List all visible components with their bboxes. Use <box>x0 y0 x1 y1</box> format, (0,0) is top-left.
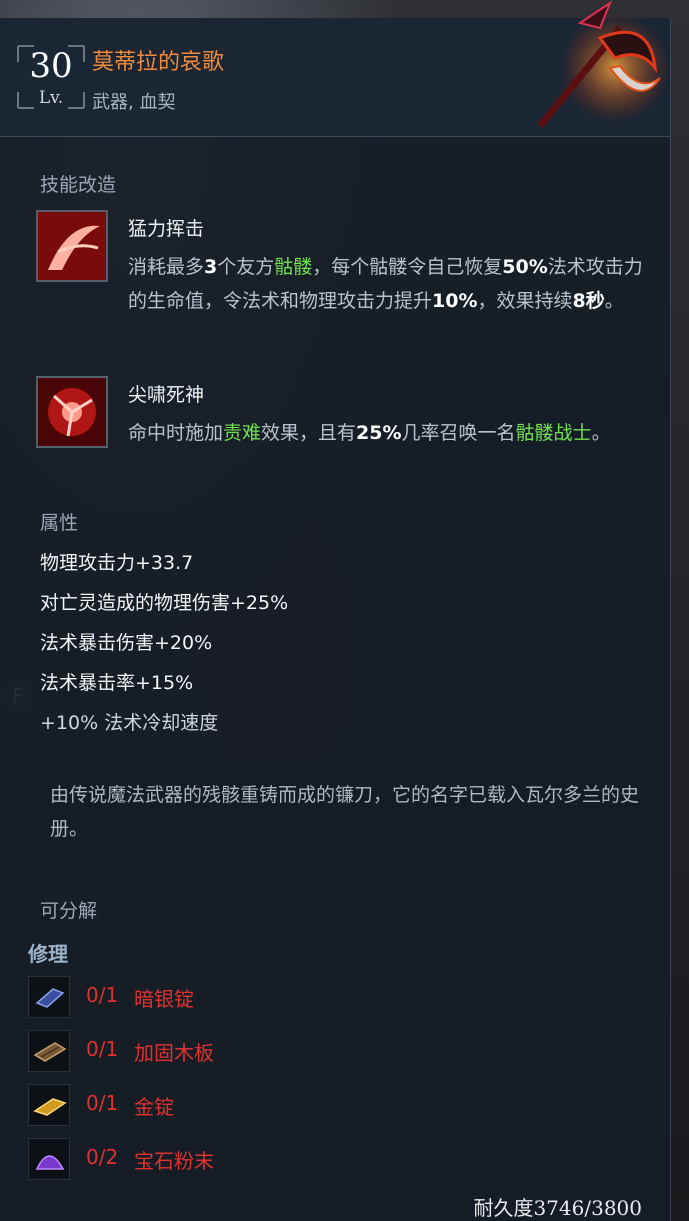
skill-name: 猛力挥击 <box>128 218 205 240</box>
level-label: Lv. <box>38 88 64 108</box>
attribute-line: 法术暴击伤害+20% <box>40 632 213 654</box>
material-count: 0/2 <box>86 1145 119 1169</box>
slash-glyph-icon <box>38 212 106 280</box>
material-name: 宝石粉末 <box>134 1149 214 1173</box>
tooltip-header: 30 Lv. 莫蒂拉的哀歌 武器, 血契 <box>0 0 670 137</box>
level-badge: 30 Lv. <box>14 42 88 112</box>
material-row: 0/1 暗银锭 <box>28 976 428 1020</box>
description-text: 。 <box>591 422 611 444</box>
gem-powder-icon <box>28 1138 70 1180</box>
material-count: 0/1 <box>86 1037 119 1061</box>
attribute-line: 法术暴击率+15% <box>40 672 194 694</box>
value-highlight: 50% <box>502 256 548 278</box>
description-text: 。 <box>604 290 624 312</box>
durability: 耐久度3746/3800 <box>473 1196 642 1220</box>
material-row: 0/1 加固木板 <box>28 1030 428 1074</box>
material-count: 0/1 <box>86 983 119 1007</box>
skill-description: 消耗最多3个友方骷髅，每个骷髅令自己恢复50%法术攻击力的生命值，令法术和物理攻… <box>128 250 648 318</box>
value-highlight: 3 <box>204 256 218 278</box>
lore-box: 由传说魔法武器的残骸重铸而成的镰刀，它的名字已载入瓦尔多兰的史册。 <box>28 762 652 862</box>
attribute-line: 物理攻击力+33.7 <box>40 552 194 574</box>
skill-name: 尖啸死神 <box>128 384 205 406</box>
description-text: 效果，且有 <box>261 422 357 444</box>
keyword-highlight: 责难 <box>223 422 262 444</box>
reaper-skill-icon[interactable] <box>36 376 108 448</box>
description-text: 消耗最多 <box>128 256 205 278</box>
keyword-highlight: 骷髅战士 <box>515 422 592 444</box>
value-highlight: 10% <box>432 290 478 312</box>
value-highlight: 25% <box>356 422 402 444</box>
material-name: 暗银锭 <box>134 987 194 1011</box>
material-row: 0/2 宝石粉末 <box>28 1138 428 1182</box>
description-text: 命中时施加 <box>128 422 224 444</box>
repair-title: 修理 <box>28 942 68 966</box>
description-text: ，每个骷髅令自己恢复 <box>312 256 503 278</box>
material-name: 加固木板 <box>134 1041 214 1065</box>
description-text: ，效果持续 <box>477 290 573 312</box>
attribute-line: 对亡灵造成的物理伤害+25% <box>40 592 289 614</box>
scythe-weapon-icon <box>537 0 670 128</box>
level-number: 30 <box>29 46 73 86</box>
skill-description: 命中时施加责难效果，且有25%几率召唤一名骷髅战士。 <box>128 416 648 450</box>
material-name: 金锭 <box>134 1095 174 1119</box>
item-tooltip: 30 Lv. 莫蒂拉的哀歌 武器, 血契 技能改造 猛力挥击 消耗最多3个友方骷… <box>0 0 671 1221</box>
reaper-glyph-icon <box>38 378 106 446</box>
lore-text: 由传说魔法武器的残骸重铸而成的镰刀，它的名字已载入瓦尔多兰的史册。 <box>50 784 640 840</box>
item-name: 莫蒂拉的哀歌 <box>92 50 225 75</box>
skills-section-title: 技能改造 <box>40 174 117 196</box>
gold-ingot-icon <box>28 1084 70 1126</box>
material-row: 0/1 金锭 <box>28 1084 428 1128</box>
description-text: 个友方 <box>217 256 275 278</box>
dark-silver-ingot-icon <box>28 976 70 1018</box>
value-highlight: 8秒 <box>572 290 605 312</box>
material-count: 0/1 <box>86 1091 119 1115</box>
attributes-title: 属性 <box>40 512 79 534</box>
keyword-highlight: 骷髅 <box>274 256 313 278</box>
item-type: 武器, 血契 <box>92 92 176 113</box>
salvage-label: 可分解 <box>40 900 98 922</box>
attribute-line: +10% 法术冷却速度 <box>40 712 219 734</box>
description-text: 几率召唤一名 <box>401 422 516 444</box>
reinforced-plank-icon <box>28 1030 70 1072</box>
slash-skill-icon[interactable] <box>36 210 108 282</box>
